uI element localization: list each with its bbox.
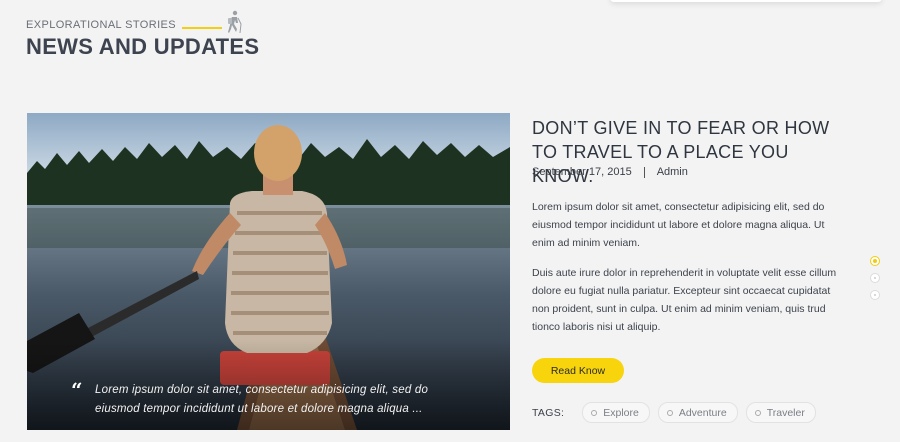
- meta-divider: [643, 166, 645, 178]
- eyebrow-underline: [182, 27, 223, 29]
- post-author[interactable]: Admin: [657, 166, 688, 178]
- post-meta: September 17, 2015 Admin: [532, 166, 688, 178]
- tag-dot-icon: [666, 409, 673, 416]
- post-excerpt: Lorem ipsum dolor sit amet, consectetur …: [532, 198, 842, 348]
- tag-label: Explore: [603, 406, 639, 419]
- page-title: NEWS AND UPDATES: [26, 34, 260, 59]
- top-card-edge: [610, 0, 882, 2]
- carousel-dot-2[interactable]: [870, 273, 880, 283]
- tag-traveler[interactable]: Traveler: [745, 402, 816, 423]
- tag-dot-icon: [754, 409, 761, 416]
- post-image: “ Lorem ipsum dolor sit amet, consectetu…: [27, 113, 510, 430]
- post-date: September 17, 2015: [532, 166, 632, 178]
- carousel-dot-1[interactable]: [870, 256, 880, 266]
- carousel-dot-3[interactable]: [870, 290, 880, 300]
- image-quote: Lorem ipsum dolor sit amet, consectetur …: [95, 384, 429, 415]
- section-eyebrow: EXPLORATIONAL STORIES: [26, 10, 244, 34]
- tags-label: TAGS:: [532, 406, 565, 419]
- tag-explore[interactable]: Explore: [582, 402, 650, 423]
- tag-list: TAGS: Explore Adventure Traveler: [532, 402, 824, 423]
- tag-adventure[interactable]: Adventure: [657, 402, 738, 423]
- carousel-pagination: [870, 256, 880, 300]
- tag-label: Adventure: [678, 406, 727, 419]
- hiker-icon: [228, 10, 242, 34]
- post-paragraph: Lorem ipsum dolor sit amet, consectetur …: [532, 201, 825, 249]
- tag-label: Traveler: [766, 406, 805, 419]
- tag-dot-icon: [591, 409, 598, 416]
- eyebrow-label: EXPLORATIONAL STORIES: [26, 19, 177, 31]
- post-paragraph: Duis aute irure dolor in reprehenderit i…: [532, 267, 837, 333]
- read-more-button[interactable]: Read Know: [532, 358, 624, 383]
- quote-icon: “: [71, 378, 83, 402]
